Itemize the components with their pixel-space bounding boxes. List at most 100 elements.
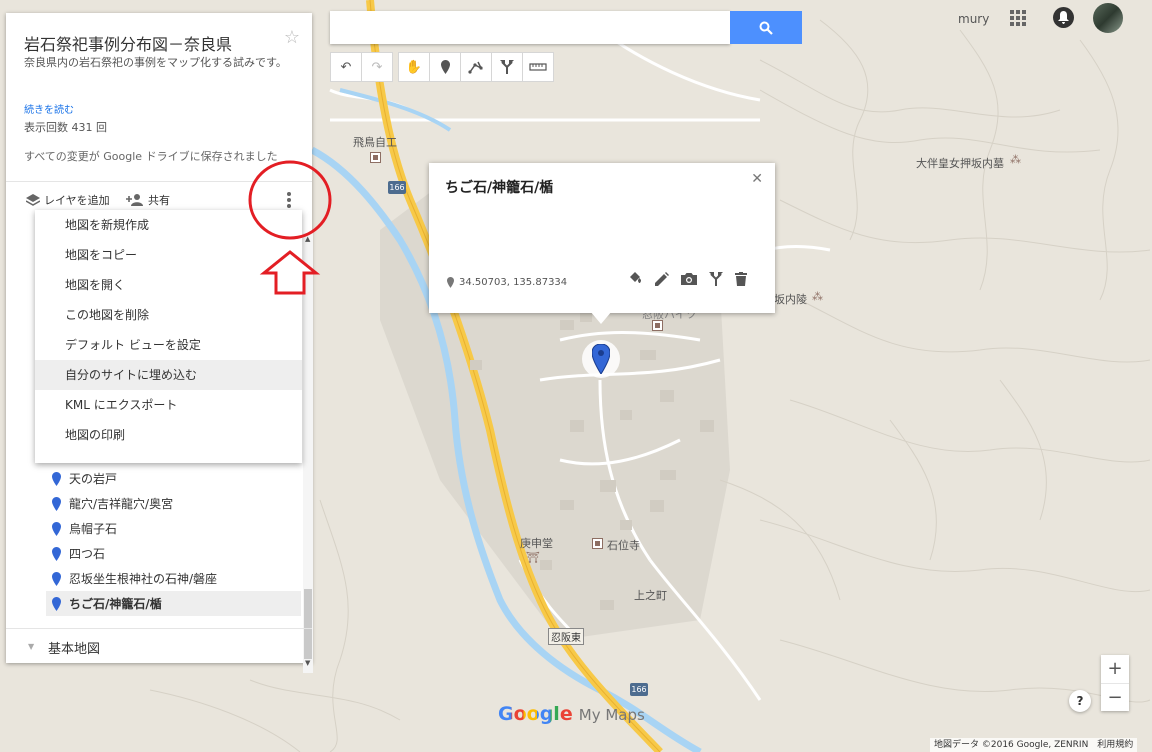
pin-icon	[52, 521, 61, 536]
add-marker-button[interactable]	[429, 52, 461, 82]
pin-icon	[52, 596, 61, 611]
pin-icon	[52, 546, 61, 561]
map-toolbar: ↶ ↷ ✋	[330, 52, 554, 82]
map-label-sekiiji: 石位寺	[607, 539, 640, 552]
redo-icon: ↷	[371, 59, 383, 75]
map-label-kaminocho: 上之町	[634, 589, 667, 602]
draw-line-button[interactable]	[460, 52, 492, 82]
pin-icon	[52, 496, 61, 511]
info-title: ちご石/神籠石/楯	[445, 180, 554, 196]
google-my-maps-logo: Google My Maps	[498, 703, 645, 725]
close-icon[interactable]: ✕	[751, 171, 763, 187]
redo-button[interactable]: ↷	[361, 52, 393, 82]
add-person-icon	[126, 194, 143, 206]
list-item-label: 烏帽子石	[69, 522, 118, 536]
list-item-label: 忍坂坐生根神社の石神/磐座	[69, 572, 218, 586]
info-window-pointer	[590, 311, 612, 324]
hand-icon: ✋	[405, 59, 423, 75]
coordinates: 34.50703, 135.87334	[447, 277, 567, 288]
menu-item-embed[interactable]: 自分のサイトに埋め込む	[35, 360, 302, 390]
menu-item-default-view[interactable]: デフォルト ビューを設定	[35, 330, 302, 360]
view-count: 表示回数 431 回	[24, 121, 107, 134]
menu-item-export-kml[interactable]: KML にエクスポート	[35, 390, 302, 420]
share-label: 共有	[148, 194, 170, 207]
map-pin-icon[interactable]	[592, 344, 610, 374]
avatar[interactable]	[1093, 3, 1123, 33]
station-label: 忍阪東	[548, 628, 584, 645]
directions-icon	[500, 60, 514, 74]
list-item-selected[interactable]: ちご石/神籠石/楯	[46, 591, 301, 616]
layers-icon	[26, 194, 40, 206]
map-attribution[interactable]: 地図データ ©2016 Google, ZENRIN 利用規約	[930, 738, 1138, 752]
share-button[interactable]: 共有	[126, 192, 170, 208]
camera-icon[interactable]	[681, 272, 697, 285]
info-toolbar	[627, 272, 747, 286]
list-item-label: 天の岩戸	[69, 472, 118, 486]
zoom-control: + −	[1101, 655, 1129, 711]
base-map-label: 基本地図	[48, 642, 101, 657]
google-logo-text: Google	[498, 703, 573, 725]
list-item[interactable]: 龍穴/吉祥龍穴/奥宮	[46, 491, 301, 516]
temple-icon[interactable]: ⛩	[526, 551, 540, 564]
star-icon[interactable]: ☆	[284, 27, 300, 48]
help-icon[interactable]: ?	[1069, 690, 1091, 712]
measure-button[interactable]	[522, 52, 554, 82]
directions-button[interactable]	[491, 52, 523, 82]
list-item-label: ちご石/神籠石/楯	[69, 597, 162, 611]
coordinates-value: 34.50703, 135.87334	[459, 277, 568, 288]
hand-tool-button[interactable]: ✋	[398, 52, 430, 82]
bell-icon	[1058, 11, 1069, 24]
add-layer-label: レイヤを追加	[44, 194, 110, 207]
poi-icon[interactable]	[592, 538, 603, 549]
mymaps-logo-text: My Maps	[578, 706, 645, 724]
menu-item-print[interactable]: 地図の印刷	[35, 420, 302, 450]
map-label-otomo-tomb: 大伴皇女押坂内墓	[916, 157, 1004, 170]
trash-icon[interactable]	[735, 272, 747, 286]
read-more-link[interactable]: 続きを読む	[24, 101, 74, 116]
map-label-sakauchi-ryo: 坂内陵	[774, 293, 807, 306]
pin-icon	[52, 571, 61, 586]
search-input[interactable]	[330, 11, 730, 44]
search-icon	[759, 21, 773, 35]
map-title[interactable]: 岩石祭祀事例分布図－奈良県	[24, 31, 232, 55]
menu-item-delete-map[interactable]: この地図を削除	[35, 300, 302, 330]
zoom-out-button[interactable]: −	[1101, 684, 1129, 712]
zoom-in-button[interactable]: +	[1101, 655, 1129, 684]
list-item-label: 四つ石	[69, 547, 106, 561]
marker-icon	[440, 60, 450, 74]
tomb-icon[interactable]: ⁂	[1010, 153, 1021, 166]
paint-bucket-icon[interactable]	[627, 272, 643, 286]
chevron-down-icon[interactable]: ▼	[28, 642, 34, 651]
list-item[interactable]: 四つ石	[46, 541, 301, 566]
save-status: すべての変更が Google ドライブに保存されました	[24, 150, 278, 163]
route-shield-166: 166	[630, 683, 648, 696]
layer-feature-list: 天の岩戸 龍穴/吉祥龍穴/奥宮 烏帽子石 四つ石 忍坂坐生根神社の石神/磐座 ち…	[46, 466, 301, 616]
annotation-overlay	[248, 160, 332, 295]
undo-icon: ↶	[340, 59, 352, 75]
draw-line-icon	[468, 61, 483, 74]
undo-button[interactable]: ↶	[330, 52, 362, 82]
list-item-label: 龍穴/吉祥龍穴/奥宮	[69, 497, 174, 511]
list-item[interactable]: 烏帽子石	[46, 516, 301, 541]
feature-info-window: ちご石/神籠石/楯 ✕ 34.50703, 135.87334	[429, 163, 775, 313]
list-item[interactable]: 天の岩戸	[46, 466, 301, 491]
map-label-koshindo: 庚申堂	[520, 537, 553, 550]
base-map-section[interactable]: ▼ 基本地図	[6, 628, 312, 664]
apps-grid-icon[interactable]	[1010, 10, 1026, 26]
map-label-asuka-jiko: 飛鳥自工	[353, 136, 397, 149]
notifications-button[interactable]	[1053, 7, 1074, 28]
route-shield-166: 166	[388, 181, 406, 194]
map-description: 奈良県内の岩石祭祀の事例をマップ化する試みです。	[24, 56, 287, 69]
poi-icon[interactable]	[652, 320, 663, 331]
poi-icon[interactable]	[370, 152, 381, 163]
ruler-icon	[529, 63, 547, 71]
directions-icon[interactable]	[709, 272, 723, 286]
account-name[interactable]: mury	[958, 12, 989, 26]
pin-icon	[52, 471, 61, 486]
search-button[interactable]	[730, 11, 802, 44]
edit-icon[interactable]	[655, 272, 669, 286]
location-icon	[447, 277, 454, 288]
add-layer-button[interactable]: レイヤを追加	[26, 192, 110, 208]
tomb-icon[interactable]: ⁂	[812, 290, 823, 303]
list-item[interactable]: 忍坂坐生根神社の石神/磐座	[46, 566, 301, 591]
